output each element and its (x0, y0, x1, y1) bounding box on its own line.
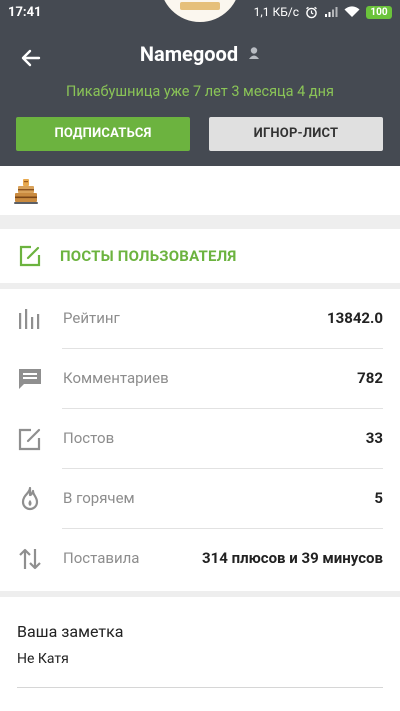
stat-label: Комментариев (63, 369, 169, 387)
alarm-icon (305, 6, 318, 19)
edit-icon (18, 245, 42, 271)
user-posts-label: ПОСТЫ ПОЛЬЗОВАТЕЛЯ (60, 247, 237, 265)
wifi-icon (344, 6, 360, 18)
comments-icon (17, 367, 43, 391)
user-gender-icon (248, 45, 260, 64)
signal-icon (324, 6, 338, 18)
subscribe-button[interactable]: ПОДПИСАТЬСЯ (16, 117, 190, 151)
page-title: Namegood (139, 42, 239, 66)
award-cake-icon[interactable] (14, 178, 38, 204)
battery-icon: 100 (366, 5, 392, 19)
network-speed: 1,1 КБ/с (253, 5, 299, 19)
note-card: Ваша заметка Не Катя (0, 597, 400, 711)
stat-value: 33 (365, 429, 383, 447)
profile-header: 17:41 1,1 КБ/с 100 Namegood Пикабушница … (0, 0, 400, 166)
stat-label: Поставила (63, 549, 140, 567)
stat-row-votes: Поставила 314 плюсов и 39 минусов (0, 529, 400, 589)
status-bar: 17:41 1,1 КБ/с 100 (0, 0, 400, 26)
note-title: Ваша заметка (17, 622, 124, 641)
status-right: 1,1 КБ/с 100 (254, 5, 392, 19)
stat-row-rating: Рейтинг 13842.0 (0, 289, 400, 349)
stat-row-posts[interactable]: Постов 33 (0, 409, 400, 469)
stat-label: Постов (63, 429, 115, 447)
flame-icon (17, 486, 43, 511)
account-age: Пикабушница уже 7 лет 3 месяца 4 дня (66, 83, 334, 100)
stat-label: Рейтинг (63, 309, 120, 327)
stat-row-hot[interactable]: В горячем 5 (0, 469, 400, 529)
ignore-list-button[interactable]: ИГНОР-ЛИСТ (209, 117, 383, 151)
stat-value: 5 (374, 489, 383, 507)
rating-bars-icon (17, 307, 43, 331)
stat-value: 13842.0 (327, 309, 383, 327)
stat-value: 314 плюсов и 39 минусов (202, 549, 383, 567)
stat-label: В горячем (63, 489, 135, 507)
edit-icon (17, 427, 43, 451)
note-input[interactable]: Не Катя (17, 651, 69, 667)
title-row: Namegood (0, 42, 400, 66)
note-underline (17, 687, 383, 688)
status-time: 17:41 (8, 5, 42, 20)
user-posts-link[interactable]: ПОСТЫ ПОЛЬЗОВАТЕЛЯ (0, 229, 400, 283)
stat-value: 782 (357, 369, 383, 387)
awards-strip (0, 166, 400, 215)
stats-card: Рейтинг 13842.0 Комментариев 782 Постов … (0, 289, 400, 591)
stat-row-comments[interactable]: Комментариев 782 (0, 349, 400, 409)
up-down-arrows-icon (17, 547, 43, 571)
